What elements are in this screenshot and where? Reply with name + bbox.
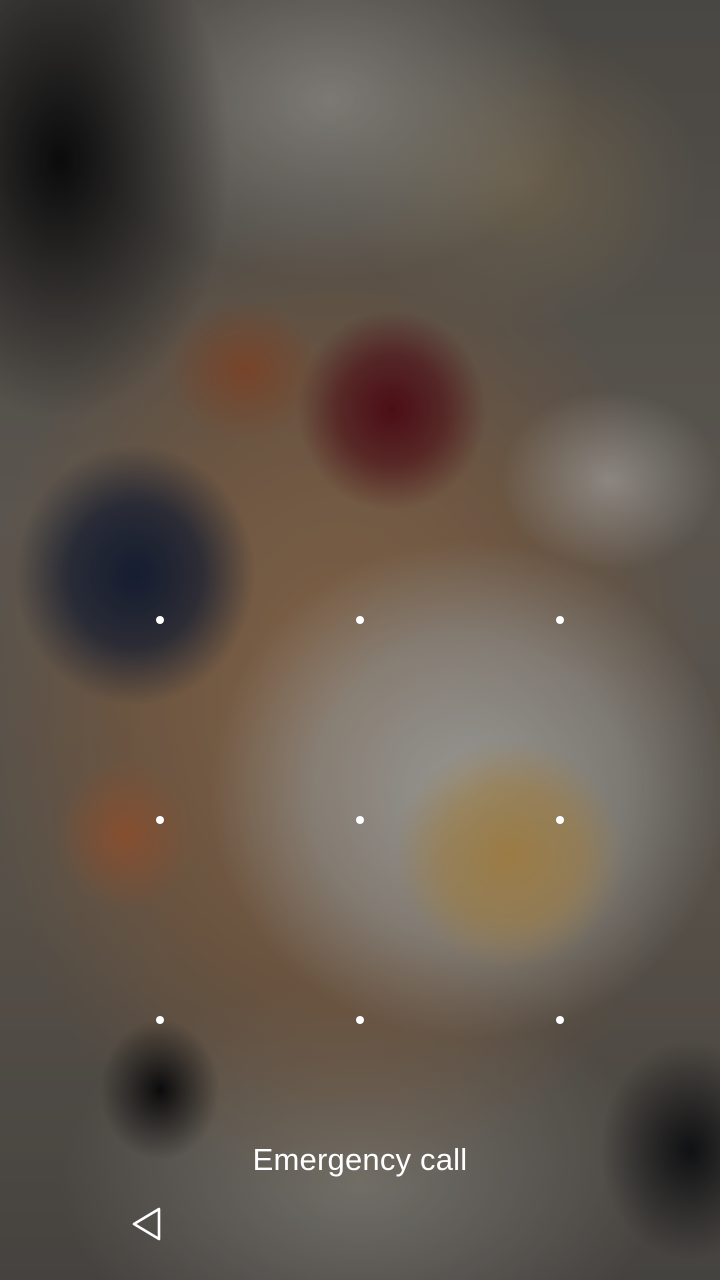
pattern-dot-4[interactable] [156, 816, 164, 824]
pattern-dot-3[interactable] [556, 616, 564, 624]
lock-screen: Emergency call [0, 0, 720, 1280]
back-triangle-icon [132, 1207, 161, 1241]
pattern-dot-1[interactable] [156, 616, 164, 624]
pattern-dot-7[interactable] [156, 1016, 164, 1024]
unlock-pattern-grid[interactable] [60, 520, 660, 1120]
pattern-dot-2[interactable] [356, 616, 364, 624]
pattern-dot-9[interactable] [556, 1016, 564, 1024]
emergency-call-button[interactable]: Emergency call [0, 1136, 720, 1184]
nav-back-button[interactable] [122, 1196, 174, 1252]
pattern-dot-5[interactable] [356, 816, 364, 824]
pattern-dot-8[interactable] [356, 1016, 364, 1024]
pattern-dot-6[interactable] [556, 816, 564, 824]
